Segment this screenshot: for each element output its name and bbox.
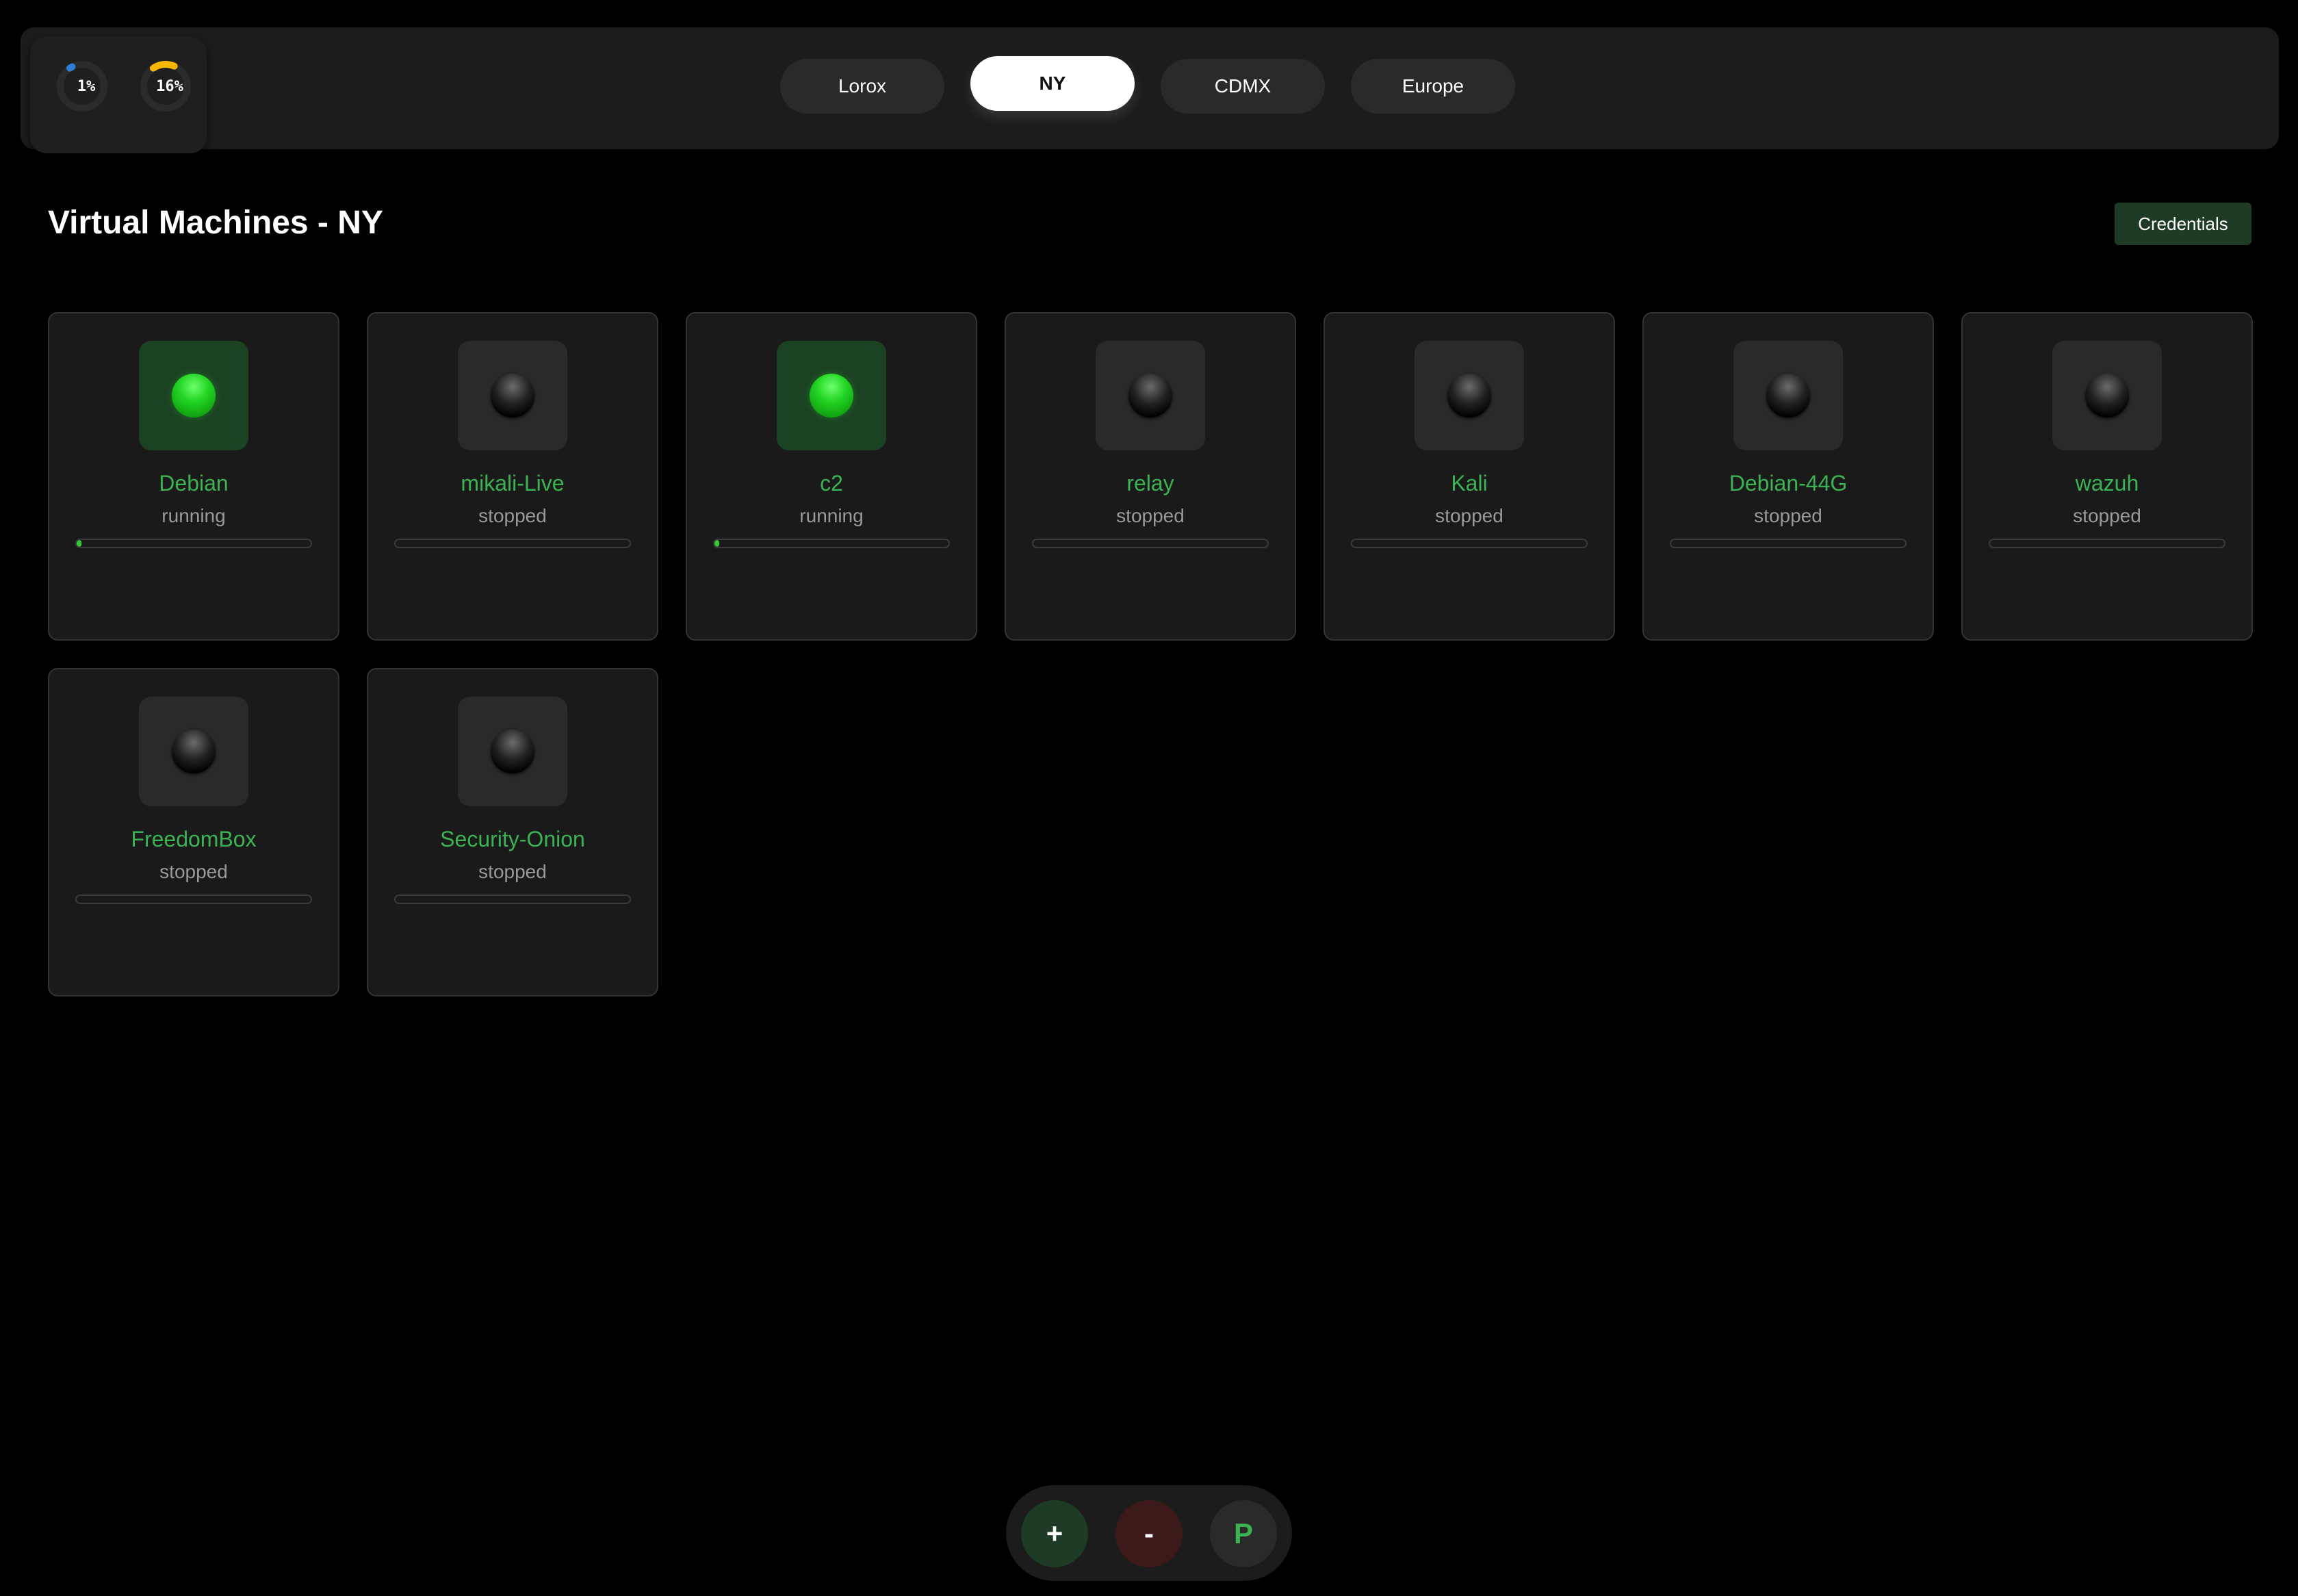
vm-name: wazuh bbox=[2075, 471, 2139, 495]
tab-europe[interactable]: Europe bbox=[1351, 59, 1515, 114]
vm-card-security-onion[interactable]: Security-Onion stopped bbox=[367, 668, 658, 996]
power-led-icon bbox=[1447, 374, 1491, 417]
power-led-icon bbox=[491, 730, 534, 773]
cpu-gauge-label: 1% bbox=[77, 77, 96, 95]
remove-vm-button[interactable]: - bbox=[1115, 1500, 1183, 1567]
vm-card-wazuh[interactable]: wazuh stopped bbox=[1961, 312, 2253, 641]
tab-ny[interactable]: NY bbox=[970, 56, 1135, 111]
credentials-button[interactable]: Credentials bbox=[2115, 203, 2251, 245]
vm-name: Debian-44G bbox=[1729, 471, 1848, 495]
vm-usage-bar bbox=[1989, 539, 2225, 548]
vm-status: stopped bbox=[478, 861, 547, 882]
vm-card-relay[interactable]: relay stopped bbox=[1005, 312, 1296, 641]
vm-usage-bar bbox=[1670, 539, 1907, 548]
vm-status-tile bbox=[777, 341, 886, 450]
power-led-icon bbox=[2085, 374, 2129, 417]
vm-status-tile bbox=[1733, 341, 1843, 450]
vm-status-tile bbox=[458, 697, 567, 806]
power-button[interactable]: P bbox=[1210, 1500, 1277, 1567]
vm-usage-bar bbox=[75, 539, 312, 548]
vm-status-tile bbox=[139, 697, 248, 806]
vm-usage-bar bbox=[394, 894, 631, 904]
vm-status-tile bbox=[1415, 341, 1524, 450]
vm-status: stopped bbox=[159, 861, 228, 882]
power-led-icon bbox=[172, 374, 216, 417]
memory-gauge: 16% bbox=[137, 57, 194, 115]
vm-status-tile bbox=[2052, 341, 2162, 450]
power-led-icon bbox=[1766, 374, 1810, 417]
memory-gauge-label: 16% bbox=[156, 77, 183, 95]
vm-name: mikali-Live bbox=[461, 471, 565, 495]
tab-lorox[interactable]: Lorox bbox=[780, 59, 944, 114]
power-led-icon bbox=[810, 374, 853, 417]
power-led-icon bbox=[172, 730, 216, 773]
vm-name: Security-Onion bbox=[440, 827, 585, 851]
vm-status: stopped bbox=[1435, 505, 1503, 526]
page-title: Virtual Machines - NY bbox=[48, 205, 383, 241]
vm-name: relay bbox=[1126, 471, 1174, 495]
vm-card-c2[interactable]: c2 running bbox=[686, 312, 977, 641]
vm-status: stopped bbox=[1754, 505, 1822, 526]
top-bar: 1% 16% Lorox NY CDMX Europe bbox=[21, 27, 2279, 153]
vm-usage-bar bbox=[75, 894, 312, 904]
vm-status: running bbox=[162, 505, 226, 526]
vm-status: stopped bbox=[2073, 505, 2141, 526]
vm-usage-bar bbox=[1032, 539, 1269, 548]
vm-status: stopped bbox=[478, 505, 547, 526]
vm-usage-bar bbox=[1351, 539, 1588, 548]
add-vm-button[interactable]: + bbox=[1021, 1500, 1088, 1567]
vm-usage-bar-fill bbox=[714, 540, 719, 547]
vm-usage-bar-fill bbox=[77, 540, 81, 547]
vm-name: Kali bbox=[1451, 471, 1488, 495]
vm-card-debian-44g[interactable]: Debian-44G stopped bbox=[1642, 312, 1934, 641]
vm-status-tile bbox=[458, 341, 567, 450]
vm-name: Debian bbox=[159, 471, 229, 495]
vm-usage-bar bbox=[713, 539, 950, 548]
vm-card-kali[interactable]: Kali stopped bbox=[1324, 312, 1615, 641]
power-led-icon bbox=[1128, 374, 1172, 417]
vm-grid: Debian running mikali-Live stopped c2 ru… bbox=[48, 312, 2253, 996]
cpu-gauge: 1% bbox=[53, 57, 111, 115]
resource-gauges: 1% 16% bbox=[30, 37, 207, 153]
vm-usage-bar bbox=[394, 539, 631, 548]
power-led-icon bbox=[491, 374, 534, 417]
vm-status: running bbox=[799, 505, 864, 526]
vm-status-tile bbox=[1096, 341, 1205, 450]
vm-status: stopped bbox=[1116, 505, 1185, 526]
vm-name: c2 bbox=[820, 471, 843, 495]
tab-cdmx[interactable]: CDMX bbox=[1161, 59, 1325, 114]
vm-card-freedombox[interactable]: FreedomBox stopped bbox=[48, 668, 339, 996]
vm-card-debian[interactable]: Debian running bbox=[48, 312, 339, 641]
vm-name: FreedomBox bbox=[131, 827, 257, 851]
vm-card-mikali-live[interactable]: mikali-Live stopped bbox=[367, 312, 658, 641]
location-tabs: Lorox NY CDMX Europe bbox=[780, 56, 1515, 114]
vm-status-tile bbox=[139, 341, 248, 450]
action-bar: + - P bbox=[1006, 1485, 1292, 1581]
